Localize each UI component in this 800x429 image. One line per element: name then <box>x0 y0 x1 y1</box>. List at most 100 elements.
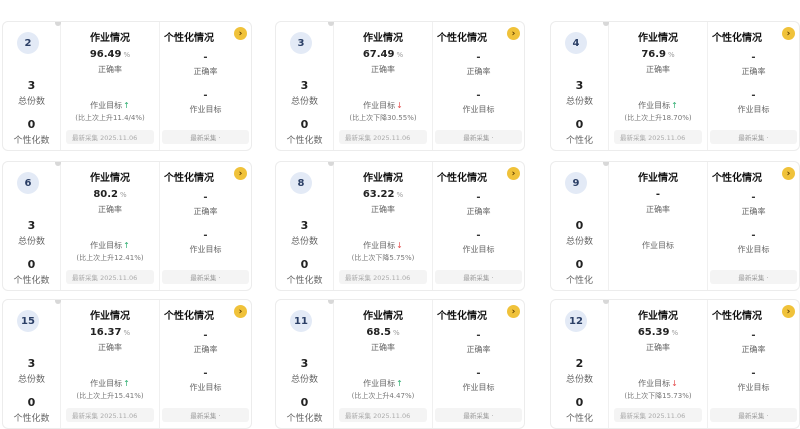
work-goal: 作业目标↓ <box>638 379 678 388</box>
assignment-card[interactable]: 3 3 总份数 0 个性化数 作业情况 67.49% 正确率 作业目标↓ (比上… <box>275 21 525 151</box>
work-status-header: 作业情况 <box>638 311 678 322</box>
accuracy-label: 正确率 <box>646 343 670 352</box>
total-label: 总份数 <box>17 237 45 247</box>
personalized-count: 0 <box>575 258 584 271</box>
latest-collect-button[interactable]: 最新采集 · <box>435 270 522 284</box>
personalized-count: 0 <box>27 258 36 271</box>
personal-goal-label: 作业目标 <box>462 105 495 114</box>
personal-goal-label: 作业目标 <box>737 383 770 392</box>
personalized-label: 个性化数 <box>286 276 323 286</box>
card-index-badge: 2 <box>17 32 39 54</box>
personalized-count: 0 <box>27 396 36 409</box>
latest-collect-button[interactable]: 最新采集 · <box>710 408 797 422</box>
latest-collect-button[interactable]: 最新采集 · <box>162 408 249 422</box>
personalized-count: 0 <box>575 396 584 409</box>
assignment-card[interactable]: 15 3 总份数 0 个性化数 作业情况 16.37% 正确率 作业目标↑ (比… <box>2 299 252 429</box>
personalized-column: 个性化情况 › - 正确率 - 作业目标 最新采集 · <box>431 22 524 150</box>
accuracy-value: 65.39% <box>637 327 679 338</box>
personal-accuracy-label: 正确率 <box>466 207 491 216</box>
total-label: 总份数 <box>17 375 45 385</box>
card-index-badge: 4 <box>565 32 587 54</box>
personal-goal-label: 作业目标 <box>737 245 770 254</box>
personalized-label: 个性化 <box>565 136 593 146</box>
personal-accuracy-label: 正确率 <box>741 345 766 354</box>
latest-collect-button[interactable]: 最新采集 · <box>162 270 249 284</box>
chevron-right-icon[interactable]: › <box>782 305 795 318</box>
personalized-count: 0 <box>300 118 309 131</box>
work-goal: 作业目标↓ <box>363 101 403 110</box>
chevron-right-icon[interactable]: › <box>507 305 520 318</box>
personalized-column: 个性化情况 › - 正确率 - 作业目标 最新采集 · <box>706 300 799 428</box>
personal-accuracy-label: 正确率 <box>193 207 218 216</box>
personal-goal-label: 作业目标 <box>737 105 770 114</box>
personalized-label: 个性化数 <box>286 414 323 424</box>
chevron-right-icon[interactable]: › <box>234 27 247 40</box>
assignment-card[interactable]: 4 3 总份数 0 个性化 作业情况 76.9% 正确率 作业目标↑ (比上次上… <box>550 21 800 151</box>
accuracy-value: 16.37% <box>89 327 131 338</box>
personal-accuracy-value: - <box>751 192 756 203</box>
personal-goal-value: - <box>476 230 481 241</box>
chevron-right-icon[interactable]: › <box>782 167 795 180</box>
card-index-badge: 15 <box>17 310 39 332</box>
accuracy-label: 正确率 <box>371 205 395 214</box>
trend-arrow-icon: ↑ <box>671 101 678 110</box>
personal-goal-value: - <box>203 230 208 241</box>
assignment-card[interactable]: 11 3 总份数 0 个性化数 作业情况 68.5% 正确率 作业目标↑ (比上… <box>275 299 525 429</box>
card-index-badge: 3 <box>290 32 312 54</box>
chevron-right-icon[interactable]: › <box>234 167 247 180</box>
latest-collect-button[interactable]: 最新采集 · <box>710 130 797 144</box>
collect-date: 最新采集 2025.11.06 <box>66 408 154 422</box>
percent-unit: % <box>396 191 404 199</box>
personalized-label: 个性化数 <box>286 136 323 146</box>
work-status-header: 作业情况 <box>363 33 403 44</box>
total-label: 总份数 <box>565 375 593 385</box>
personal-accuracy-value: - <box>203 330 208 341</box>
work-status-header: 作业情况 <box>363 173 403 184</box>
assignment-card[interactable]: 6 3 总份数 0 个性化数 作业情况 80.2% 正确率 作业目标↑ (比上次… <box>2 161 252 291</box>
total-label: 总份数 <box>290 97 318 107</box>
total-count: 3 <box>27 357 36 370</box>
assignment-card[interactable]: 12 2 总份数 0 个性化 作业情况 65.39% 正确率 作业目标↓ (比上… <box>550 299 800 429</box>
comparison-text: (比上次上升4.47%) <box>351 392 415 400</box>
chevron-right-icon[interactable]: › <box>507 27 520 40</box>
personal-accuracy-value: - <box>751 330 756 341</box>
accuracy-label: 正确率 <box>371 65 395 74</box>
work-status-header: 作业情况 <box>638 33 678 44</box>
personal-goal-label: 作业目标 <box>462 383 495 392</box>
chevron-right-icon[interactable]: › <box>234 305 247 318</box>
chevron-right-icon[interactable]: › <box>507 167 520 180</box>
work-status-column: 作业情况 67.49% 正确率 作业目标↓ (比上次下降30.55%) 最新采集… <box>333 22 433 150</box>
assignment-card[interactable]: 8 3 总份数 0 个性化数 作业情况 63.22% 正确率 作业目标↓ (比上… <box>275 161 525 291</box>
total-count: 2 <box>575 357 584 370</box>
latest-collect-button[interactable]: 最新采集 · <box>435 408 522 422</box>
work-status-column: 作业情况 16.37% 正确率 作业目标↑ (比上次上升15.41%) 最新采集… <box>60 300 160 428</box>
latest-collect-button[interactable]: 最新采集 · <box>162 130 249 144</box>
latest-collect-button[interactable]: 最新采集 · <box>710 270 797 284</box>
personal-accuracy-value: - <box>476 192 481 203</box>
assignment-card[interactable]: 9 0 总份数 0 个性化 作业情况 - 正确率 作业目标 个性化情况 › - … <box>550 161 800 291</box>
personal-accuracy-value: - <box>476 330 481 341</box>
summary-column: 3 3 总份数 0 个性化数 <box>276 22 333 150</box>
total-label: 总份数 <box>565 97 593 107</box>
card-index-badge: 12 <box>565 310 587 332</box>
summary-column: 12 2 总份数 0 个性化 <box>551 300 608 428</box>
assignment-card[interactable]: 2 3 总份数 0 个性化数 作业情况 96.49% 正确率 作业目标↑ (比上… <box>2 21 252 151</box>
percent-unit: % <box>396 51 404 59</box>
accuracy-value: 80.2% <box>93 189 127 200</box>
personal-accuracy-label: 正确率 <box>466 67 491 76</box>
accuracy-value: 67.49% <box>362 49 404 60</box>
trend-arrow-icon: ↑ <box>396 379 403 388</box>
personal-goal-value: - <box>476 368 481 379</box>
percent-unit: % <box>123 51 131 59</box>
percent-unit: % <box>123 329 131 337</box>
latest-collect-button[interactable]: 最新采集 · <box>435 130 522 144</box>
chevron-right-icon[interactable]: › <box>782 27 795 40</box>
personalized-label: 个性化数 <box>13 414 50 424</box>
personal-accuracy-label: 正确率 <box>193 345 218 354</box>
personalized-count: 0 <box>300 396 309 409</box>
personal-goal-label: 作业目标 <box>189 245 222 254</box>
personalized-count: 0 <box>575 118 584 131</box>
work-status-header: 作业情况 <box>90 173 130 184</box>
percent-unit: % <box>393 329 400 337</box>
total-label: 总份数 <box>17 97 45 107</box>
